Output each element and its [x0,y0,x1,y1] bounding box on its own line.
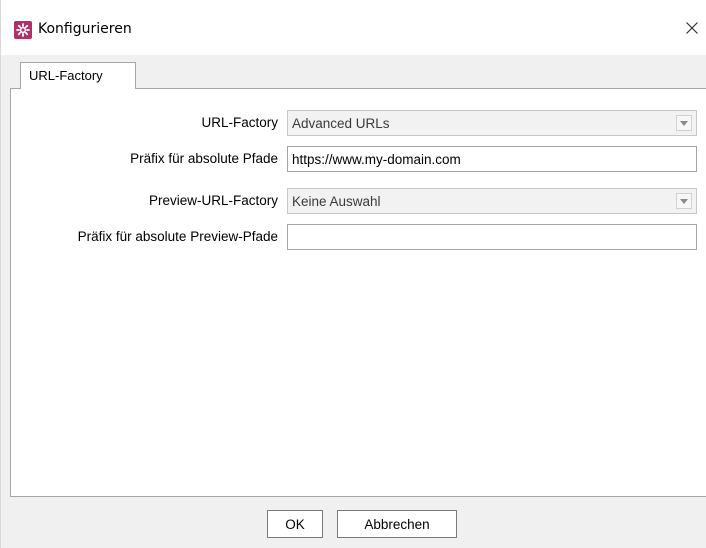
tab-url-factory[interactable]: URL-Factory [20,62,136,89]
url-factory-select[interactable]: Advanced URLs [287,110,697,136]
preview-url-factory-label: Preview-URL-Factory [148,193,278,208]
preview-url-factory-select[interactable]: Keine Auswahl [287,188,697,214]
url-factory-value: Advanced URLs [292,115,390,131]
prefix-absolute-value: https://www.my-domain.com [292,151,461,167]
window-title: Konfigurieren [38,21,132,37]
panel-divider [10,496,706,497]
prefix-preview-absolute-label: Präfix für absolute Preview-Pfade [77,229,278,244]
gear-icon [14,21,32,39]
url-factory-label: URL-Factory [201,115,278,130]
cancel-button[interactable]: Abbrechen [337,510,457,538]
prefix-absolute-label: Präfix für absolute Pfade [130,151,278,166]
config-dialog: Konfigurieren URL-Factory URL-Factory Ad… [0,0,706,548]
prefix-preview-absolute-input[interactable] [287,224,697,250]
chevron-down-icon[interactable] [676,193,692,209]
prefix-absolute-input[interactable]: https://www.my-domain.com [287,146,697,172]
close-icon[interactable] [681,16,703,40]
ok-button[interactable]: OK [267,510,323,538]
preview-url-factory-value: Keine Auswahl [292,193,381,209]
chevron-down-icon[interactable] [676,115,692,131]
title-bar: Konfigurieren [1,0,706,55]
